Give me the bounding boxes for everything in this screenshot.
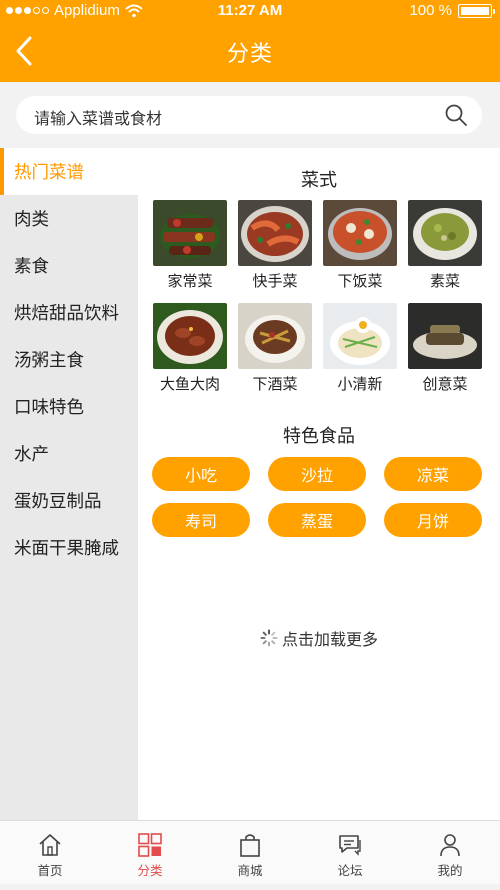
sidebar-item-label: 汤粥主食 (14, 351, 84, 371)
search-placeholder: 请输入菜谱或食材 (34, 109, 163, 128)
sidebar-item-baking[interactable]: 烘焙甜品饮料 (0, 289, 138, 336)
category-sidebar: 热门菜谱 肉类 素食 烘焙甜品饮料 汤粥主食 口味特色 水产 蛋奶豆制品 米面干… (0, 148, 138, 820)
cuisine-label: 创意菜 (422, 375, 468, 393)
noodle-egg-photo (323, 303, 397, 369)
cuisine-section-title: 菜式 (301, 170, 337, 191)
tab-mall[interactable]: 商城 (200, 821, 300, 884)
cuisine-item[interactable]: 快手菜 (237, 200, 313, 291)
braised-meat-photo (153, 303, 227, 369)
tab-forum[interactable]: 论坛 (300, 821, 400, 884)
sidebar-item-label: 水产 (14, 445, 49, 465)
tab-home[interactable]: 首页 (0, 821, 100, 884)
special-section-title: 特色食品 (283, 426, 355, 447)
skewer-dish-photo (153, 200, 227, 266)
sidebar-item-label: 蛋奶豆制品 (14, 492, 102, 512)
tab-label: 商城 (237, 863, 263, 878)
sidebar-item-soup-staples[interactable]: 汤粥主食 (0, 336, 138, 383)
cuisine-item[interactable]: 下饭菜 (322, 200, 398, 291)
sidebar-item-hot-recipes[interactable]: 热门菜谱 (0, 148, 138, 195)
sidebar-item-flavors[interactable]: 口味特色 (0, 383, 138, 430)
load-more-label: 点击加载更多 (281, 630, 378, 649)
battery-group: 100 % (409, 2, 495, 19)
special-food-grid: 小吃 沙拉 凉菜 寿司 蒸蛋 月饼 (152, 457, 482, 537)
sidebar-item-label: 烘焙甜品饮料 (14, 304, 119, 324)
vegetable-dish-photo (408, 200, 482, 266)
category-grid-icon (138, 833, 162, 857)
sidebar-item-label: 肉类 (14, 210, 49, 230)
page-title: 分类 (226, 42, 273, 67)
creative-dish-photo (408, 303, 482, 369)
tab-label: 我的 (437, 863, 463, 878)
forum-chat-icon (339, 835, 361, 856)
content-panel: 菜式 家常菜 快手菜 下饭菜 素菜 大鱼大肉 下酒菜 小清新 创意菜 特色食品 … (138, 148, 500, 820)
sidebar-item-seafood[interactable]: 水产 (0, 430, 138, 477)
sidebar-item-label: 米面干果腌咸 (14, 539, 119, 559)
special-pill-sushi[interactable]: 寿司 (152, 503, 250, 537)
tab-bar: 首页 分类 商城 论坛 我的 (0, 820, 500, 884)
sidebar-item-label: 口味特色 (14, 398, 84, 418)
cuisine-label: 家常菜 (167, 272, 213, 290)
cuisine-grid: 家常菜 快手菜 下饭菜 素菜 大鱼大肉 下酒菜 小清新 创意菜 (152, 200, 498, 394)
sidebar-item-vegetarian[interactable]: 素食 (0, 242, 138, 289)
shrimp-dish-photo (238, 200, 312, 266)
sidebar-item-meat[interactable]: 肉类 (0, 195, 138, 242)
tab-label: 论坛 (337, 863, 363, 878)
shopping-bag-icon (240, 834, 260, 857)
sidebar-item-label: 素食 (14, 257, 49, 277)
profile-icon (440, 834, 460, 857)
cuisine-label: 快手菜 (252, 272, 298, 290)
search-icon[interactable] (444, 103, 468, 127)
snack-dish-photo (238, 303, 312, 369)
special-pill-salad[interactable]: 沙拉 (268, 457, 366, 491)
special-pill-mooncake[interactable]: 月饼 (384, 503, 482, 537)
sidebar-item-egg-dairy-tofu[interactable]: 蛋奶豆制品 (0, 477, 138, 524)
cuisine-item[interactable]: 素菜 (407, 200, 483, 291)
battery-icon (458, 3, 495, 18)
sidebar-item-label: 热门菜谱 (14, 163, 84, 183)
sidebar-item-grains-nuts[interactable]: 米面干果腌咸 (0, 524, 138, 571)
battery-percent: 100 % (409, 2, 452, 19)
search-input[interactable]: 请输入菜谱或食材 (16, 96, 482, 134)
special-pill-snack[interactable]: 小吃 (152, 457, 250, 491)
hotpot-photo (323, 200, 397, 266)
cuisine-item[interactable]: 大鱼大肉 (152, 303, 228, 394)
cuisine-label: 下饭菜 (337, 272, 383, 290)
cuisine-item[interactable]: 下酒菜 (237, 303, 313, 394)
header: Applidium 11:27 AM 100 % 分类 (0, 0, 500, 82)
cuisine-label: 下酒菜 (252, 375, 298, 393)
status-bar: Applidium 11:27 AM 100 % (0, 0, 500, 22)
loading-spinner-icon (260, 629, 278, 647)
tab-category[interactable]: 分类 (100, 821, 200, 884)
tab-profile[interactable]: 我的 (400, 821, 500, 884)
cuisine-item[interactable]: 创意菜 (407, 303, 483, 394)
cuisine-label: 大鱼大肉 (159, 375, 220, 393)
home-icon (39, 834, 61, 856)
tab-label: 首页 (37, 863, 63, 878)
load-more-button[interactable]: 点击加载更多 (138, 626, 500, 650)
cuisine-label: 小清新 (337, 375, 383, 393)
special-pill-cold-dish[interactable]: 凉菜 (384, 457, 482, 491)
special-pill-steamed-egg[interactable]: 蒸蛋 (268, 503, 366, 537)
cuisine-item[interactable]: 家常菜 (152, 200, 228, 291)
cuisine-label: 素菜 (429, 272, 460, 290)
search-bar: 请输入菜谱或食材 (0, 82, 500, 146)
cuisine-item[interactable]: 小清新 (322, 303, 398, 394)
tab-label: 分类 (137, 863, 163, 878)
